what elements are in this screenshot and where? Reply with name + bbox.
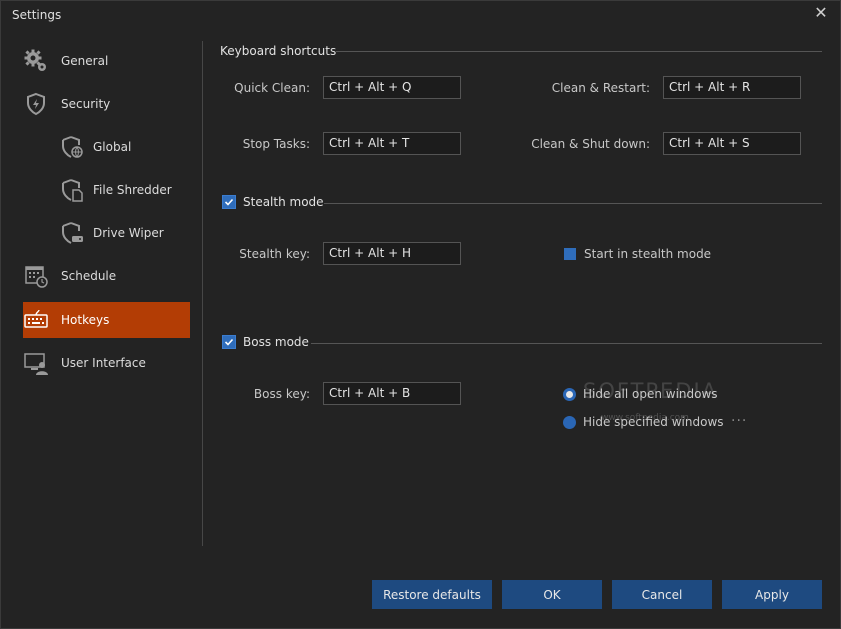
shield-file-icon — [59, 177, 85, 203]
window-title: Settings — [12, 8, 62, 22]
shield-icon — [23, 91, 49, 117]
sidebar-item-global[interactable]: Global — [23, 129, 190, 165]
checkmark-icon — [224, 198, 234, 206]
stealth-key-label: Stealth key: — [239, 247, 310, 261]
sidebar-divider — [202, 41, 203, 546]
ok-button[interactable]: OK — [502, 580, 602, 609]
gear-icon — [23, 48, 49, 74]
hide-all-windows-label: Hide all open windows — [583, 387, 718, 401]
section-divider — [324, 203, 822, 204]
stop-tasks-hotkey-field[interactable]: Ctrl + Alt + T — [323, 132, 461, 155]
sidebar-item-label: Schedule — [61, 269, 117, 283]
checkmark-icon — [224, 338, 234, 346]
calendar-icon — [23, 263, 49, 289]
keyboard-icon — [23, 307, 49, 333]
stop-tasks-label: Stop Tasks: — [242, 137, 310, 151]
section-title: Stealth mode — [243, 195, 324, 209]
shield-drive-icon — [59, 220, 85, 246]
cancel-button[interactable]: Cancel — [612, 580, 712, 609]
hide-specified-windows-radio[interactable]: Hide specified windows — [563, 415, 724, 429]
sidebar-nav: General Security Global File Shredder Dr… — [1, 41, 201, 546]
more-options-button[interactable]: ··· — [731, 413, 747, 429]
clean-shutdown-label: Clean & Shut down: — [531, 137, 650, 151]
checkbox-box — [564, 248, 576, 260]
section-title: Keyboard shortcuts — [220, 44, 337, 58]
section-divider — [311, 343, 822, 344]
clean-shutdown-hotkey-field[interactable]: Ctrl + Alt + S — [663, 132, 801, 155]
hide-specified-windows-label: Hide specified windows — [583, 415, 724, 429]
sidebar-item-label: User Interface — [61, 356, 146, 370]
monitor-user-icon — [23, 350, 49, 376]
hide-all-windows-radio[interactable]: Hide all open windows — [563, 387, 718, 401]
sidebar-item-label: Security — [61, 97, 111, 111]
clean-restart-label: Clean & Restart: — [551, 81, 650, 95]
stealth-mode-header: Stealth mode — [222, 195, 324, 209]
stealth-mode-checkbox[interactable] — [222, 195, 236, 209]
sidebar-item-label: General — [61, 54, 109, 68]
quick-clean-hotkey-field[interactable]: Ctrl + Alt + Q — [323, 76, 461, 99]
boss-mode-header: Boss mode — [222, 335, 309, 349]
sidebar-item-drive-wiper[interactable]: Drive Wiper — [23, 215, 190, 251]
sidebar-item-label: Drive Wiper — [93, 226, 164, 240]
sidebar-item-general[interactable]: General — [23, 43, 190, 79]
stealth-key-hotkey-field[interactable]: Ctrl + Alt + H — [323, 242, 461, 265]
sidebar-item-label: Global — [93, 140, 132, 154]
apply-button[interactable]: Apply — [722, 580, 822, 609]
sidebar-item-label: Hotkeys — [61, 313, 110, 327]
start-in-stealth-checkbox[interactable]: Start in stealth mode — [564, 247, 711, 261]
sidebar-item-schedule[interactable]: Schedule — [23, 258, 190, 294]
restore-defaults-button[interactable]: Restore defaults — [372, 580, 492, 609]
start-in-stealth-label: Start in stealth mode — [584, 247, 712, 261]
close-button[interactable]: ✕ — [812, 3, 830, 23]
section-divider — [336, 51, 822, 52]
sidebar-item-hotkeys[interactable]: Hotkeys — [23, 302, 190, 338]
title-bar: Settings ✕ — [1, 1, 840, 31]
radio-selected — [563, 387, 576, 401]
settings-window: Settings ✕ General Security Global File … — [0, 0, 841, 629]
sidebar-item-label: File Shredder — [93, 183, 172, 197]
clean-restart-hotkey-field[interactable]: Ctrl + Alt + R — [663, 76, 801, 99]
section-title: Boss mode — [243, 335, 309, 349]
sidebar-item-security[interactable]: Security — [23, 86, 190, 122]
radio-unselected — [563, 415, 576, 429]
boss-key-label: Boss key: — [253, 387, 310, 401]
quick-clean-label: Quick Clean: — [234, 81, 310, 95]
shield-globe-icon — [59, 134, 85, 160]
boss-key-hotkey-field[interactable]: Ctrl + Alt + B — [323, 382, 461, 405]
keyboard-shortcuts-header: Keyboard shortcuts — [220, 44, 336, 58]
sidebar-item-file-shredder[interactable]: File Shredder — [23, 172, 190, 208]
sidebar-item-user-interface[interactable]: User Interface — [23, 345, 190, 381]
boss-mode-checkbox[interactable] — [222, 335, 236, 349]
